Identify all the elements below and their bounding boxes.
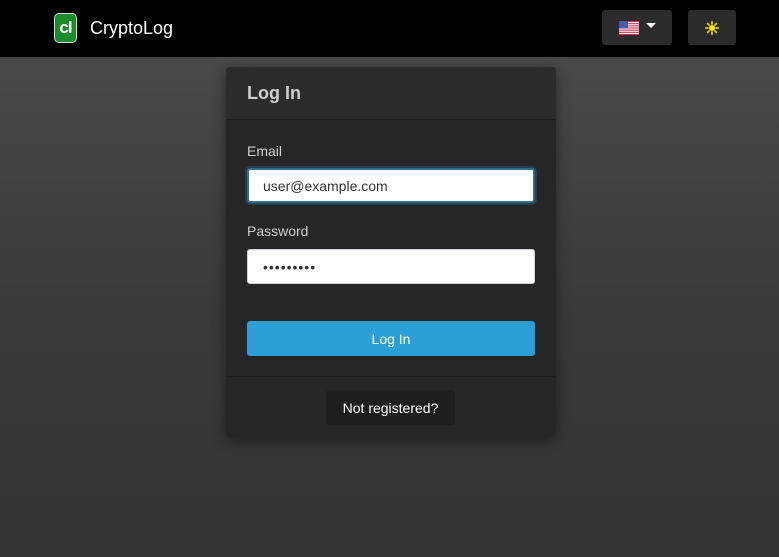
chevron-down-icon — [645, 23, 656, 28]
email-input[interactable] — [247, 168, 535, 203]
card-header: Log In — [226, 67, 556, 120]
login-card: Log In Email Password Log In Not registe… — [226, 67, 556, 437]
card-title: Log In — [247, 83, 301, 103]
brand-logo: cl — [54, 13, 77, 43]
brand-name: CryptoLog — [90, 17, 174, 38]
navbar: cl CryptoLog — [0, 0, 779, 57]
login-button[interactable]: Log In — [247, 321, 535, 356]
language-dropdown-button[interactable] — [602, 10, 672, 45]
sun-icon — [705, 20, 719, 35]
card-footer: Not registered? — [226, 376, 556, 437]
not-registered-button[interactable]: Not registered? — [326, 390, 455, 425]
us-flag-icon — [618, 20, 639, 35]
password-label: Password — [247, 223, 309, 239]
email-label: Email — [247, 143, 283, 159]
brand[interactable]: cl CryptoLog — [54, 13, 173, 43]
password-input[interactable] — [247, 249, 535, 284]
theme-toggle-button[interactable] — [688, 10, 736, 45]
